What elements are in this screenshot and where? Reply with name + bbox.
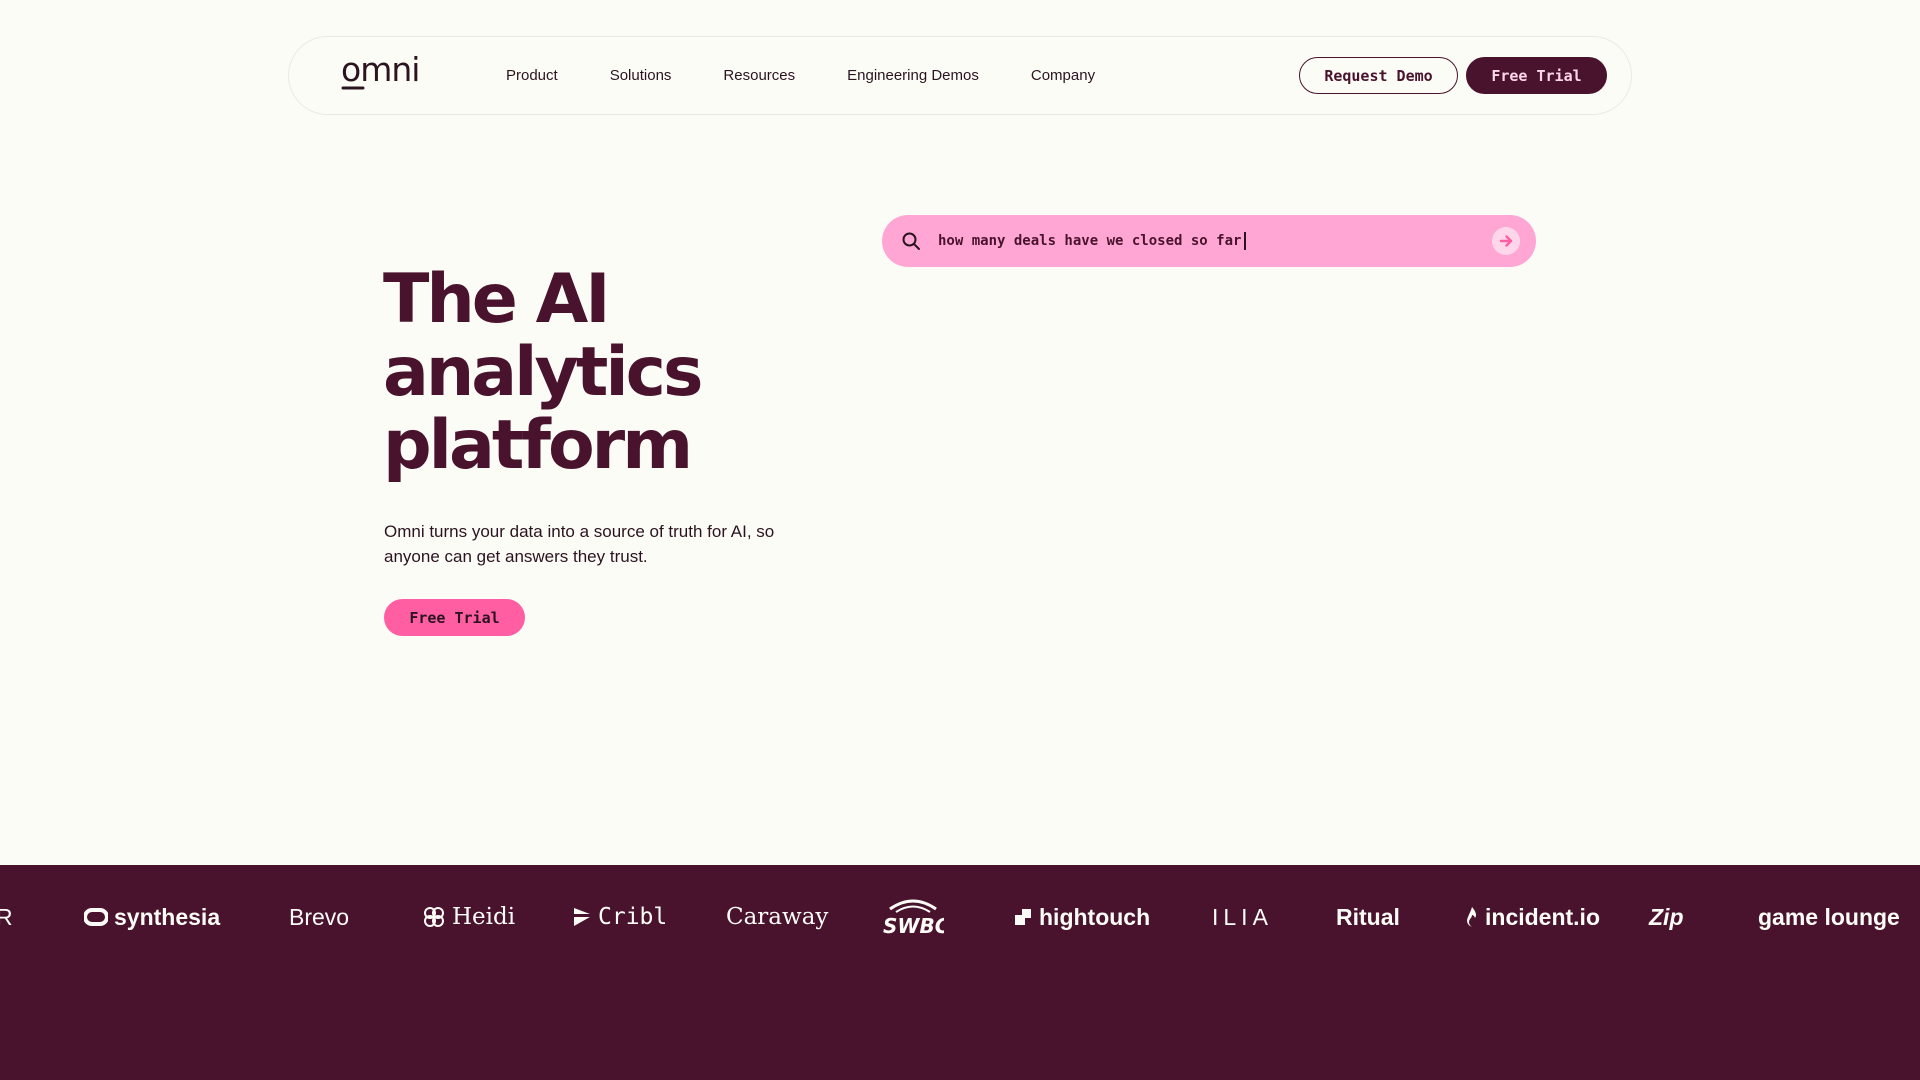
nav-actions: Request Demo Free Trial (1299, 37, 1607, 114)
cribl-mark-icon (574, 908, 590, 926)
search-query: how many deals have we closed so far (938, 233, 1242, 249)
brand-logo-ritual: Ritual (1336, 903, 1400, 930)
hero-title: The AI analytics platform (383, 263, 843, 482)
text-caret (1244, 232, 1247, 250)
nav-link-product[interactable]: Product (506, 67, 558, 84)
flame-icon (1467, 907, 1476, 927)
search-input[interactable]: how many deals have we closed so far (938, 215, 1247, 267)
hero-free-trial-button[interactable]: Free Trial (384, 599, 525, 636)
logo-row: R synthesia Brevo Heidi Cribl Caraway SW… (0, 889, 1920, 945)
ai-search-bar[interactable]: how many deals have we closed so far (882, 215, 1536, 267)
nav-link-company[interactable]: Company (1031, 67, 1095, 84)
brand-logo-game-lounge: game lounge (1758, 903, 1900, 930)
hero-title-line: platform (383, 406, 693, 485)
brand-logo-incident-io: incident.io (1465, 889, 1600, 945)
brand-logo-heidi: Heidi (422, 889, 515, 945)
brand-logo-zip: Zip (1649, 903, 1684, 930)
hero-title-line: analytics (383, 333, 703, 412)
search-icon (901, 231, 921, 251)
hightouch-mark-icon (1015, 909, 1031, 925)
svg-text:omni: omni (341, 51, 419, 89)
brand-logo-ilia: ILIA (1212, 903, 1273, 930)
omni-logo[interactable]: omni (341, 50, 433, 95)
brand-logo-synthesia: synthesia (84, 889, 220, 945)
brand-logo-hightouch: hightouch (1013, 889, 1150, 945)
nav-links: Product Solutions Resources Engineering … (506, 37, 1147, 114)
brand-logo-partial: R (0, 903, 13, 930)
nav-link-solutions[interactable]: Solutions (610, 67, 672, 84)
brand-logo-cribl: Cribl (572, 889, 667, 945)
heidi-mark-icon (424, 907, 444, 927)
customer-logo-strip: R synthesia Brevo Heidi Cribl Caraway SW… (0, 865, 1920, 1080)
hero-subtitle: Omni turns your data into a source of tr… (384, 522, 775, 566)
brand-logo-swbc: SWBC. (882, 889, 944, 945)
nav-link-resources[interactable]: Resources (723, 67, 795, 84)
arrow-right-circle-icon[interactable] (1492, 227, 1520, 255)
request-demo-button[interactable]: Request Demo (1299, 57, 1458, 94)
brand-logo-caraway: Caraway (726, 904, 829, 930)
swbc-label: SWBC. (883, 914, 944, 938)
hero-title-line: The AI (383, 260, 611, 339)
nav-link-engineering-demos[interactable]: Engineering Demos (847, 67, 979, 84)
brand-logo-brevo: Brevo (289, 903, 350, 930)
nav-free-trial-button[interactable]: Free Trial (1466, 57, 1607, 94)
swbc-logo-icon: SWBC. (883, 899, 944, 938)
top-navigation: omni Product Solutions Resources Enginee… (288, 36, 1632, 115)
synthesia-mark-icon (84, 908, 108, 926)
